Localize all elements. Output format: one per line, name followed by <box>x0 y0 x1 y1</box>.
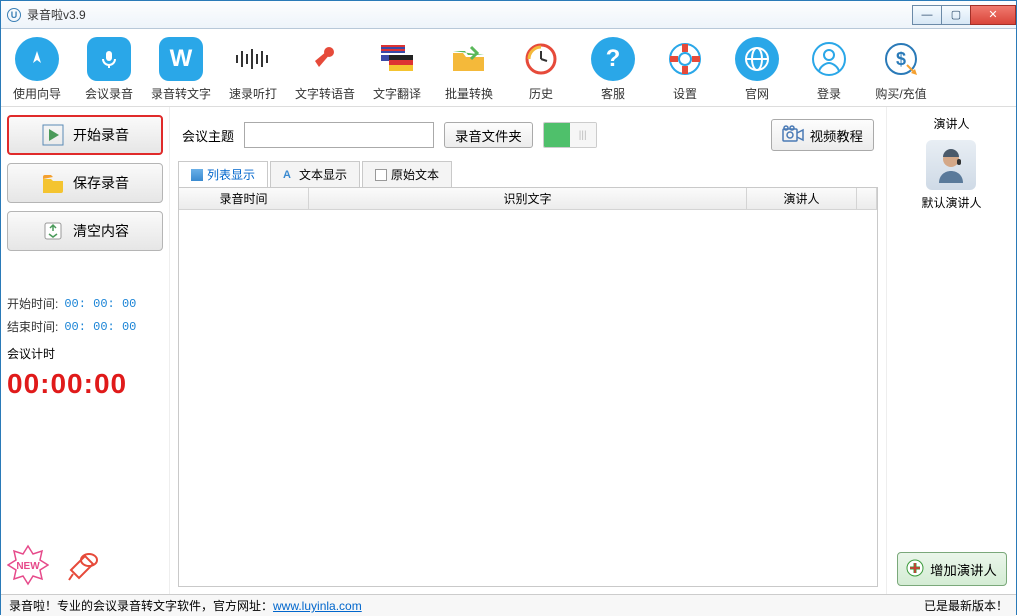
play-icon <box>41 123 65 147</box>
statusbar: 录音啦！专业的会议录音转文字软件，官方网址：www.luyinla.com 已是… <box>1 594 1016 616</box>
speaker-item[interactable]: 默认演讲人 <box>921 140 981 211</box>
tab-list[interactable]: 列表显示 <box>178 161 268 187</box>
main-panel: 会议主题 录音文件夹 ||| 视频教程 列表显示 A文本显示 原始文本 录音时间… <box>169 107 886 594</box>
mic-icon <box>87 37 131 81</box>
col-time[interactable]: 录音时间 <box>179 188 309 209</box>
tab-text[interactable]: A文本显示 <box>270 161 360 187</box>
end-time-value: 00: 00: 00 <box>64 320 136 334</box>
svg-text:NEW: NEW <box>16 561 40 572</box>
tool-website[interactable]: 官网 <box>721 37 793 102</box>
folder-icon <box>447 37 491 81</box>
tool-steno[interactable]: 速录听打 <box>217 37 289 102</box>
version-status: 已是最新版本！ <box>924 597 1008 614</box>
help-icon: ? <box>591 37 635 81</box>
tool-purchase[interactable]: $ 购买/充值 <box>865 37 937 102</box>
tool-tts[interactable]: 文字转语音 <box>289 37 361 102</box>
clock-icon <box>519 37 563 81</box>
avatar-icon <box>926 140 976 190</box>
toggle-switch[interactable]: ||| <box>543 122 597 148</box>
horn-icon[interactable] <box>63 544 105 586</box>
topic-input[interactable] <box>244 122 434 148</box>
data-grid: 录音时间 识别文字 演讲人 <box>178 188 878 587</box>
new-badge-icon[interactable]: NEW <box>7 544 49 586</box>
start-time-row: 开始时间: 00: 00: 00 <box>7 295 163 312</box>
flags-icon <box>375 37 419 81</box>
globe-icon <box>735 37 779 81</box>
col-spacer <box>857 188 877 209</box>
website-link[interactable]: www.luyinla.com <box>273 599 362 613</box>
start-time-value: 00: 00: 00 <box>64 297 136 311</box>
tool-translate[interactable]: 文字翻译 <box>361 37 433 102</box>
toolbar: 使用向导 会议录音 W 录音转文字 速录听打 文字转语音 文字翻译 批量转换 历… <box>1 29 1016 107</box>
timer-value: 00:00:00 <box>7 368 163 400</box>
w-icon: W <box>159 37 203 81</box>
speaker-name: 默认演讲人 <box>921 194 981 211</box>
tab-raw[interactable]: 原始文本 <box>362 161 452 187</box>
left-panel: 开始录音 保存录音 清空内容 开始时间: 00: 00: 00 结束时间: 00… <box>1 107 169 594</box>
tool-record[interactable]: 会议录音 <box>73 37 145 102</box>
plus-icon <box>906 559 924 580</box>
clear-label: 清空内容 <box>73 221 129 241</box>
tool-transcribe[interactable]: W 录音转文字 <box>145 37 217 102</box>
camera-icon <box>782 125 804 146</box>
save-record-button[interactable]: 保存录音 <box>7 163 163 203</box>
save-folder-icon <box>41 171 65 195</box>
tool-support[interactable]: ? 客服 <box>577 37 649 102</box>
minimize-button[interactable]: — <box>912 5 942 25</box>
clear-button[interactable]: 清空内容 <box>7 211 163 251</box>
recycle-icon <box>41 219 65 243</box>
video-tutorial-button[interactable]: 视频教程 <box>771 119 874 151</box>
right-panel: 演讲人 默认演讲人 增加演讲人 <box>886 107 1016 594</box>
record-folder-button[interactable]: 录音文件夹 <box>444 122 533 148</box>
window-title: 录音啦v3.9 <box>27 6 86 23</box>
add-speaker-button[interactable]: 增加演讲人 <box>897 552 1007 586</box>
window-controls: — ▢ ✕ <box>913 5 1016 25</box>
tool-batch[interactable]: 批量转换 <box>433 37 505 102</box>
maximize-button[interactable]: ▢ <box>941 5 971 25</box>
tabs: 列表显示 A文本显示 原始文本 <box>178 161 878 188</box>
lifebuoy-icon <box>663 37 707 81</box>
dollar-icon: $ <box>879 37 923 81</box>
user-icon <box>807 37 851 81</box>
col-speaker[interactable]: 演讲人 <box>747 188 857 209</box>
megaphone-icon <box>303 37 347 81</box>
save-record-label: 保存录音 <box>73 173 129 193</box>
doc-icon <box>375 169 387 181</box>
col-text[interactable]: 识别文字 <box>309 188 747 209</box>
status-text: 录音啦！专业的会议录音转文字软件，官方网址：www.luyinla.com <box>9 597 362 614</box>
titlebar: U 录音啦v3.9 — ▢ ✕ <box>1 1 1016 29</box>
compass-icon <box>15 37 59 81</box>
end-time-row: 结束时间: 00: 00: 00 <box>7 318 163 335</box>
tool-settings[interactable]: 设置 <box>649 37 721 102</box>
tool-history[interactable]: 历史 <box>505 37 577 102</box>
tool-login[interactable]: 登录 <box>793 37 865 102</box>
svg-text:$: $ <box>896 49 906 69</box>
text-icon: A <box>283 169 295 181</box>
topic-label: 会议主题 <box>182 126 234 145</box>
tool-guide[interactable]: 使用向导 <box>1 37 73 102</box>
start-record-button[interactable]: 开始录音 <box>7 115 163 155</box>
wave-icon <box>231 37 275 81</box>
start-record-label: 开始录音 <box>73 125 129 145</box>
app-icon: U <box>7 8 21 22</box>
timer-label: 会议计时 <box>7 345 163 362</box>
speakers-title: 演讲人 <box>933 115 969 132</box>
list-icon <box>191 169 203 181</box>
close-button[interactable]: ✕ <box>970 5 1016 25</box>
